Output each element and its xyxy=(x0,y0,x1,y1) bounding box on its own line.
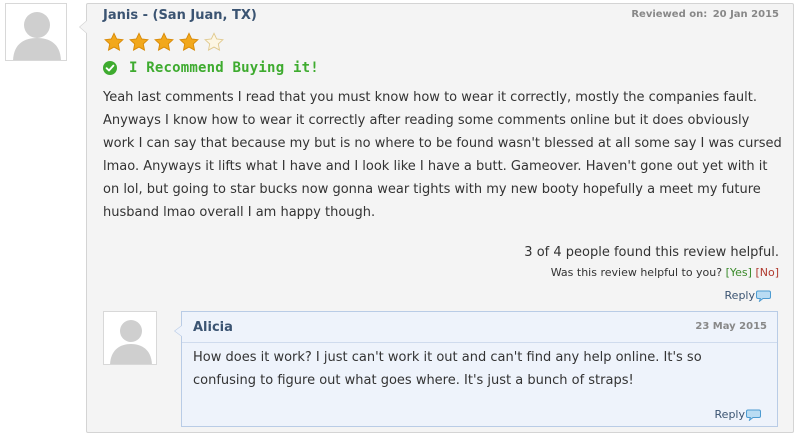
reviewer-avatar xyxy=(5,3,67,61)
helpful-count: 3 of 4 people found this review helpful. xyxy=(524,245,779,260)
star-filled-icon xyxy=(179,32,199,51)
star-filled-icon xyxy=(129,32,149,51)
reply-date: 23 May 2015 xyxy=(695,321,767,332)
reply-to-reply-button[interactable]: Reply xyxy=(715,408,761,421)
reply-body: How does it work? I just can't work it o… xyxy=(193,350,702,388)
reviewer-name: Janis - (San Juan, TX) xyxy=(103,8,257,23)
recommend-text: I Recommend Buying it! xyxy=(129,60,319,76)
reviewed-on-date: 20 Jan 2015 xyxy=(712,9,779,20)
star-rating xyxy=(103,31,228,53)
vote-yes-link[interactable]: [Yes] xyxy=(726,266,752,279)
vote-no-link[interactable]: [No] xyxy=(755,266,779,279)
review-body: Yeah last comments I read that you must … xyxy=(103,90,782,220)
helpful-question: Was this review helpful to you? xyxy=(550,266,723,279)
helpful-vote: Was this review helpful to you? [Yes] [N… xyxy=(551,266,779,279)
review-date: Reviewed on: 20 Jan 2015 xyxy=(629,9,779,20)
review-card: Janis - (San Juan, TX) Reviewed on: 20 J… xyxy=(79,3,794,433)
recommend-badge: I Recommend Buying it! xyxy=(103,60,319,76)
speech-bubble-icon xyxy=(746,409,761,421)
speech-bubble-icon xyxy=(756,290,771,302)
star-filled-icon xyxy=(104,32,124,51)
reply-button[interactable]: Reply xyxy=(725,289,771,302)
check-circle-icon xyxy=(103,61,117,75)
user-silhouette-icon xyxy=(13,12,61,60)
reply-label: Reply xyxy=(714,408,745,421)
reviewed-on-label: Reviewed on: xyxy=(631,9,708,20)
reply-label: Reply xyxy=(724,289,755,302)
reply-author: Alicia xyxy=(193,320,233,335)
reply-divider xyxy=(182,342,777,343)
reply-avatar xyxy=(103,311,157,365)
user-silhouette-icon xyxy=(110,320,152,364)
star-filled-icon xyxy=(154,32,174,51)
reply-card: Alicia 23 May 2015 How does it work? I j… xyxy=(174,311,778,427)
star-empty-icon xyxy=(204,32,224,51)
